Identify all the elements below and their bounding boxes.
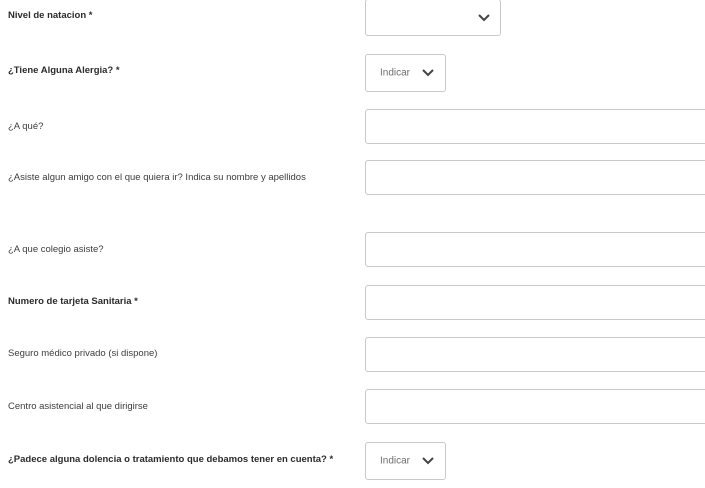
label-colegio: ¿A que colegio asiste? (8, 244, 104, 255)
label-nivel-natacion: Nivel de natacion * (8, 10, 93, 21)
dolencia-value: Indicar (380, 455, 411, 467)
label-tarjeta-sanitaria: Numero de tarjeta Sanitaria * (8, 296, 138, 307)
centro-asistencial-input[interactable] (365, 389, 705, 424)
chevron-down-icon (422, 69, 434, 77)
label-a-que: ¿A qué? (8, 121, 44, 132)
a-que-input[interactable] (365, 109, 705, 144)
label-alergia: ¿Tiene Alguna Alergia? * (8, 65, 120, 76)
tarjeta-sanitaria-input[interactable] (365, 285, 705, 320)
chevron-down-icon (478, 13, 490, 21)
label-seguro-medico: Seguro médico privado (si dispone) (8, 348, 158, 359)
label-dolencia: ¿Padece alguna dolencia o tratamiento qu… (8, 454, 334, 465)
nivel-natacion-select[interactable] (365, 0, 501, 36)
amigo-input[interactable] (365, 160, 705, 195)
seguro-medico-input[interactable] (365, 337, 705, 372)
colegio-input[interactable] (365, 232, 705, 267)
label-centro-asistencial: Centro asistencial al que dirigirse (8, 401, 148, 412)
dolencia-select[interactable]: Indicar (365, 442, 446, 480)
alergia-value: Indicar (380, 67, 411, 79)
alergia-select[interactable]: Indicar (365, 54, 446, 92)
label-amigo: ¿Asiste algun amigo con el que quiera ir… (8, 172, 306, 183)
chevron-down-icon (422, 457, 434, 465)
